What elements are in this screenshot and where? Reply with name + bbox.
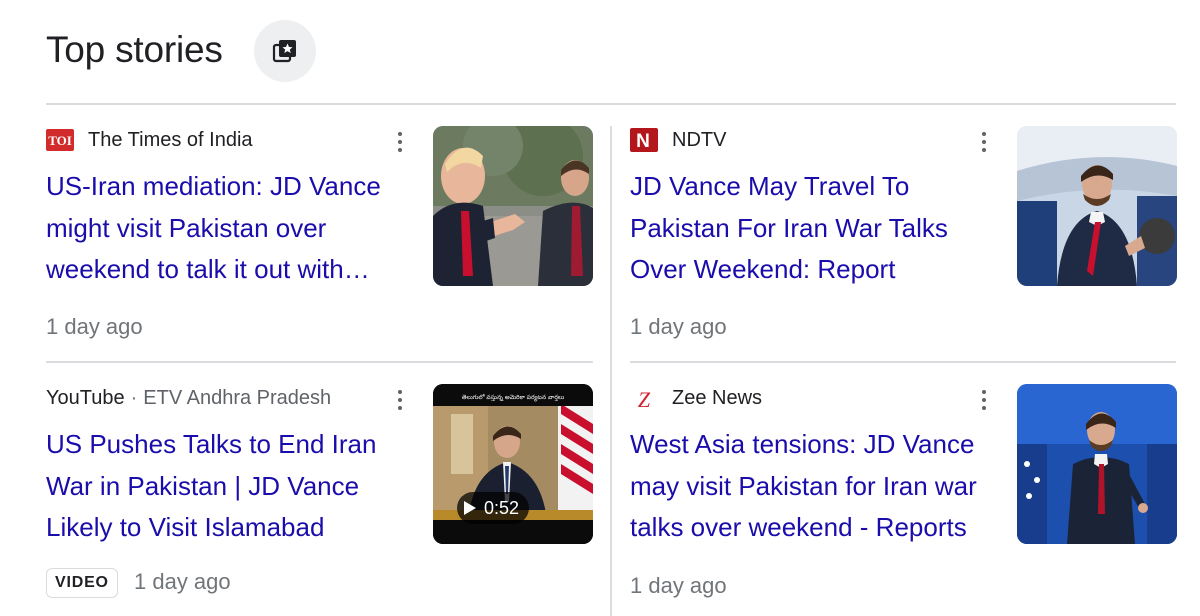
headline-line: JD Vance May Travel To [630,171,910,201]
zee-news-logo-icon: Z [630,386,658,410]
story-source: TOI The Times of India [46,126,253,154]
story-time: 1 day ago [134,569,231,594]
story-time: 1 day ago [630,573,727,598]
source-separator: · [130,386,138,409]
svg-text:Z: Z [638,387,651,410]
headline-line: Pakistan For Iran War Talks [630,212,948,243]
story-source: Z Zee News [630,384,762,412]
headline-line: talks over weekend - Reports [630,512,967,542]
headline-line: weekend to talk it out with… [46,254,370,284]
svg-text:N: N [636,131,650,152]
source-name: NDTV [672,128,727,151]
more-options-button[interactable] [974,386,994,414]
more-options-button[interactable] [974,128,994,156]
story-card[interactable]: TOI The Times of India US-Iran mediation… [46,126,594,346]
star-collection-icon [272,40,296,63]
story-headline[interactable]: JD Vance May Travel To Pakistan For Iran… [630,166,1002,291]
story-card[interactable]: N NDTV JD Vance May Travel To Pakistan F… [630,126,1178,346]
top-stories-button[interactable] [254,20,316,82]
video-thumbnail[interactable]: తెలుగులో వస్తున్న అమెరికా పర్యటన వార్తలు… [433,384,593,544]
source-name: The Times of India [88,128,253,151]
video-duration: 0:52 [457,492,530,524]
story-time: 1 day ago [630,314,727,339]
duration-label: 0:52 [484,497,520,518]
video-banner-text: తెలుగులో వస్తున్న అమెరికా పర్యటన వార్తలు [462,393,564,402]
story-thumbnail[interactable] [1017,384,1177,544]
story-thumbnail[interactable] [1017,126,1177,286]
story-headline[interactable]: US Pushes Talks to End Iran War in Pakis… [46,424,418,549]
story-card[interactable]: YouTube · ETV Andhra Pradesh US Pushes T… [46,384,594,616]
headline-line: War in Pakistan | JD Vance [46,470,360,501]
headline-line: West Asia tensions: JD Vance [630,429,975,459]
header-divider [46,103,1176,105]
story-time: 1 day ago [46,314,143,339]
headline-line: US-Iran mediation: JD Vance [46,171,381,201]
story-source: N NDTV [630,126,726,154]
svg-text:TOI: TOI [48,133,72,148]
story-source: YouTube · ETV Andhra Pradesh [46,384,331,412]
more-options-button[interactable] [390,386,410,414]
column-divider [610,126,612,616]
headline-line: Likely to Visit Islamabad [46,512,325,542]
headline-line: Over Weekend: Report [630,254,896,284]
story-headline[interactable]: US-Iran mediation: JD Vance might visit … [46,166,418,291]
section-title: Top stories [46,29,223,70]
top-stories-header: Top stories [46,18,223,82]
more-options-button[interactable] [390,128,410,156]
row-divider-left [46,361,593,363]
headline-line: might visit Pakistan over [46,212,327,243]
play-icon [464,501,476,515]
source-name: Zee News [672,386,763,409]
story-thumbnail[interactable] [433,126,593,286]
source-name: YouTube [46,386,125,409]
headline-line: US Pushes Talks to End Iran [46,429,377,459]
headline-line: may visit Pakistan for Iran war [630,470,977,501]
story-card[interactable]: Z Zee News West Asia tensions: JD Vance … [630,384,1178,616]
row-divider-right [630,361,1176,363]
video-badge: VIDEO [46,568,118,598]
ndtv-logo-icon: N [630,128,658,152]
story-headline[interactable]: West Asia tensions: JD Vance may visit P… [630,424,1002,549]
toi-logo-icon: TOI [46,128,74,152]
channel-name: ETV Andhra Pradesh [143,386,332,409]
